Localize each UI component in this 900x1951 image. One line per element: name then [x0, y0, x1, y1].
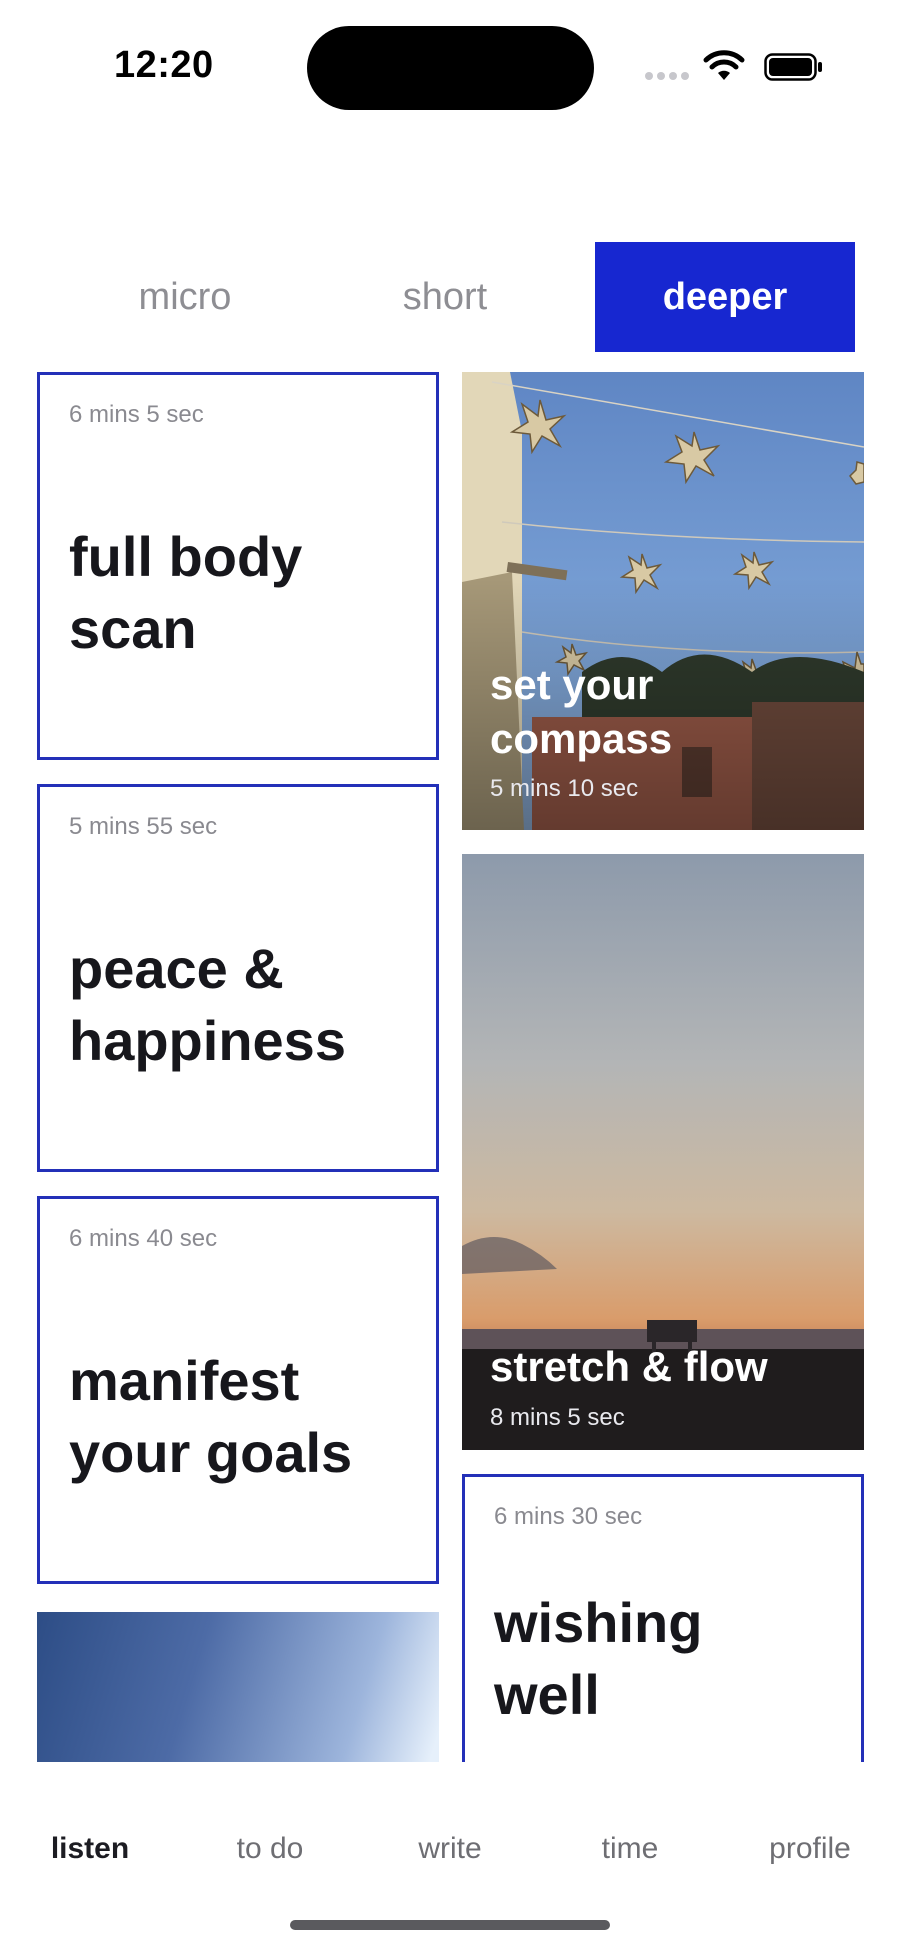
nav-write[interactable]: write	[418, 1832, 481, 1866]
session-title: set your compass	[490, 661, 673, 762]
session-card-peace-happiness[interactable]: 5 mins 55 sec peace & happiness	[37, 784, 439, 1172]
tab-micro[interactable]: micro	[55, 242, 315, 352]
tab-deeper[interactable]: deeper	[595, 242, 855, 352]
home-indicator[interactable]	[290, 1920, 610, 1930]
session-title: peace & happiness	[69, 937, 346, 1072]
status-time: 12:20	[114, 44, 214, 86]
wifi-icon	[703, 50, 745, 80]
session-duration: 6 mins 40 sec	[69, 1225, 218, 1252]
session-card-stretch-flow[interactable]: stretch & flow 8 mins 5 sec	[462, 854, 864, 1450]
session-card-wishing-well[interactable]: 6 mins 30 sec wishing well	[462, 1474, 864, 1762]
session-card-full-body-scan[interactable]: 6 mins 5 sec full body scan	[37, 372, 439, 760]
session-duration: 6 mins 5 sec	[69, 401, 204, 428]
tab-short[interactable]: short	[315, 242, 575, 352]
bottom-nav: listen to do write time profile	[0, 1832, 900, 1882]
cellular-signal-icon	[645, 72, 691, 80]
session-title: full body scan	[69, 525, 303, 660]
blue-gradient-image	[37, 1612, 439, 1762]
nav-to-do[interactable]: to do	[237, 1832, 304, 1866]
dynamic-island	[307, 26, 594, 110]
session-card-set-your-compass[interactable]: set your compass 5 mins 10 sec	[462, 372, 864, 830]
session-card-blue-sky[interactable]	[37, 1612, 439, 1762]
session-duration: 5 mins 10 sec	[490, 775, 639, 802]
length-tabs: micro short deeper	[55, 242, 855, 352]
session-card-manifest-your-goals[interactable]: 6 mins 40 sec manifest your goals	[37, 1196, 439, 1584]
nav-time[interactable]: time	[602, 1832, 659, 1866]
nav-listen[interactable]: listen	[51, 1832, 129, 1866]
session-title: manifest your goals	[69, 1349, 353, 1484]
nav-profile[interactable]: profile	[769, 1832, 851, 1866]
session-title: stretch & flow	[490, 1343, 768, 1390]
session-duration: 5 mins 55 sec	[69, 813, 218, 840]
battery-icon	[764, 53, 822, 81]
session-title: wishing well	[494, 1591, 703, 1726]
session-grid: 6 mins 5 sec full body scan set your com…	[0, 370, 900, 1762]
session-duration: 6 mins 30 sec	[494, 1503, 643, 1530]
session-duration: 8 mins 5 sec	[490, 1404, 625, 1431]
